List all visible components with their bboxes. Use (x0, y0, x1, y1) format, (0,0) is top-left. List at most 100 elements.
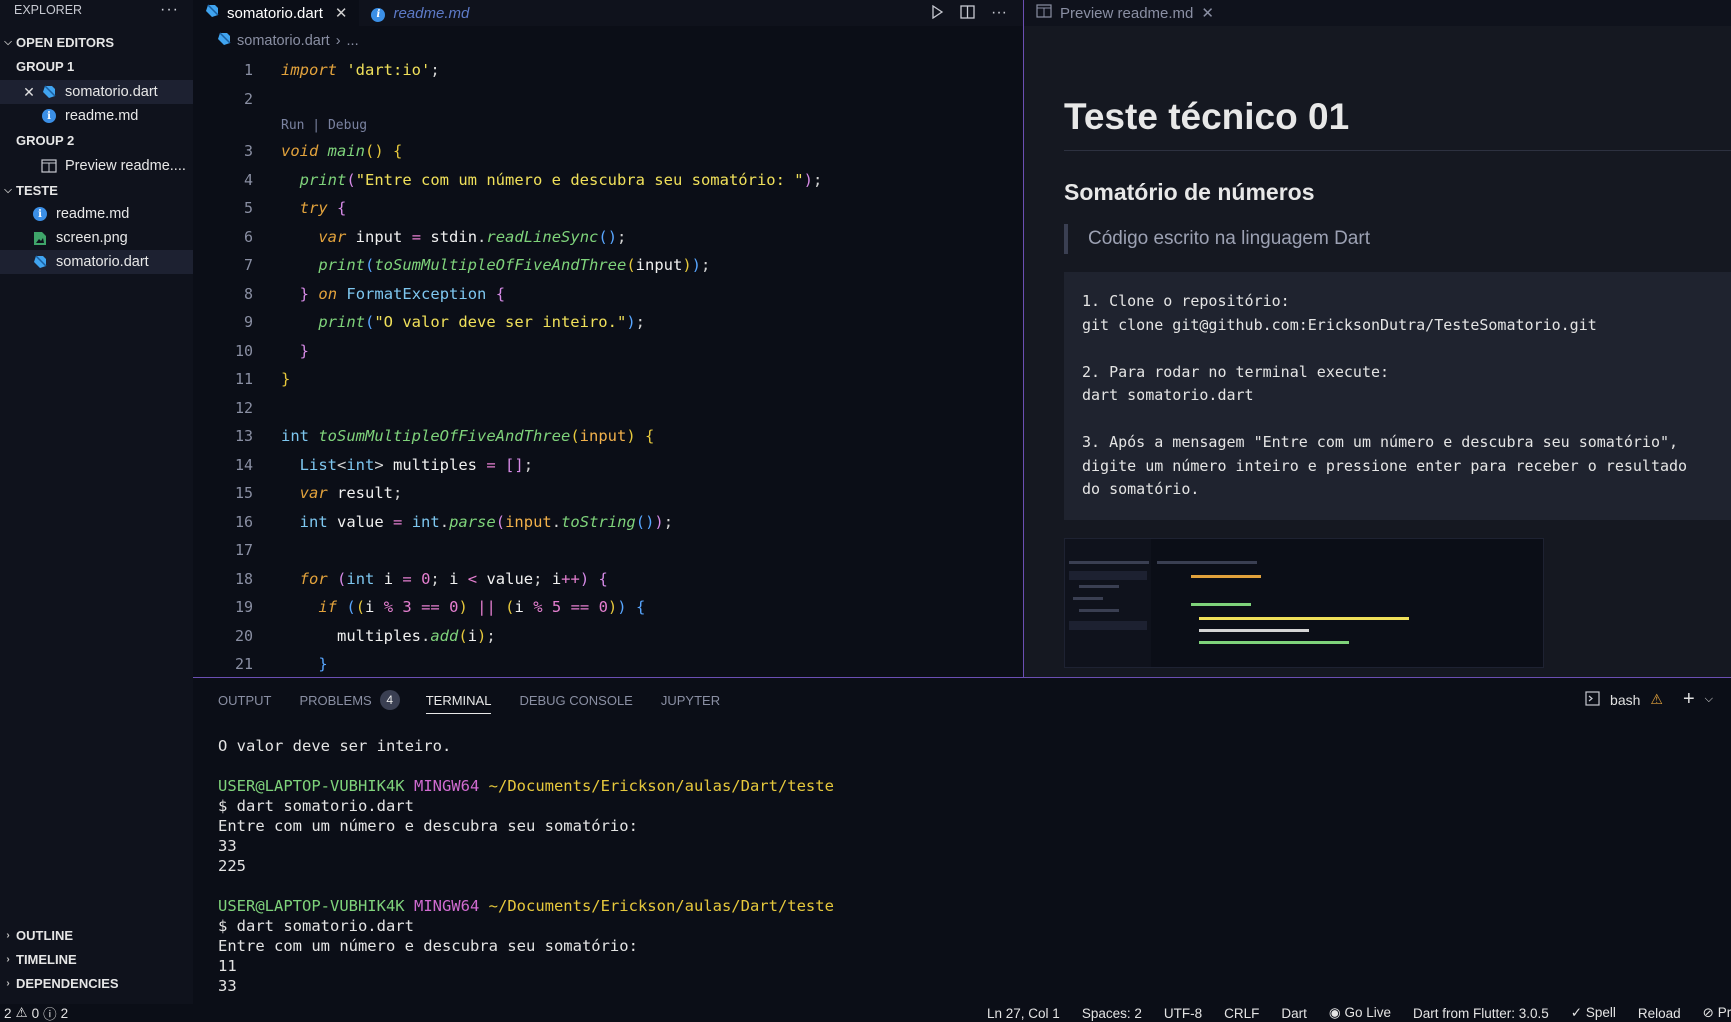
tab-jupyter[interactable]: JUPYTER (661, 678, 720, 722)
language-mode[interactable]: Dart (1281, 1006, 1307, 1021)
code-line: 13 int toSumMultipleOfFiveAndThree(input)… (193, 422, 1023, 451)
close-icon[interactable]: ✕ (335, 4, 348, 22)
spell-button[interactable]: ✓ Spell (1571, 1005, 1616, 1021)
code-line: 17 (193, 536, 1023, 565)
code-line: 1 import 'dart:io'; (193, 56, 1023, 85)
terminal-line: 225 (218, 857, 246, 875)
tab-label: somatorio.dart (227, 4, 323, 22)
terminal-output[interactable]: O valor deve ser inteiro. USER@LAPTOP-VU… (193, 722, 1731, 996)
terminal-line: 33 (218, 977, 237, 995)
file-item-readme[interactable]: i readme.md (0, 202, 193, 226)
problems-count-badge: 4 (379, 690, 400, 710)
terminal-prompt-line: USER@LAPTOP-VUBHIK4K MINGW64 ~/Documents… (218, 896, 1706, 916)
terminal-line: 33 (218, 837, 237, 855)
code-area[interactable]: 1 import 'dart:io'; 2 Run | Debug 3 void m… (193, 56, 1023, 679)
dart-file-icon (217, 32, 231, 50)
folder-section-teste[interactable]: ⌵ TESTE (0, 178, 193, 202)
reload-button[interactable]: Reload (1638, 1006, 1681, 1021)
tab-preview-readme[interactable]: Preview readme.md ✕ (1024, 4, 1226, 22)
tab-label: TERMINAL (425, 692, 492, 708)
split-editor-icon[interactable] (960, 4, 975, 22)
terminal-user: USER@LAPTOP-VUBHIK4K (218, 897, 405, 915)
terminal-shell-name[interactable]: bash (1610, 692, 1640, 708)
line-number: 8 (243, 284, 253, 303)
outline-section[interactable]: › OUTLINE (0, 923, 193, 947)
add-terminal-icon[interactable]: + (1683, 688, 1695, 711)
line-number: 7 (243, 256, 253, 275)
chevron-down-icon[interactable]: ⌵ (1705, 693, 1713, 706)
cursor-position[interactable]: Ln 27, Col 1 (987, 1006, 1060, 1021)
warning-icon: ⚠ (1650, 691, 1663, 707)
dependencies-section[interactable]: › DEPENDENCIES (0, 971, 193, 995)
tab-readme[interactable]: i readme.md (359, 0, 481, 26)
line-number: 14 (234, 455, 253, 474)
preview-heading-2: Somatório de números (1064, 179, 1315, 205)
breadcrumb-more[interactable]: ... (347, 33, 359, 49)
run-icon[interactable] (930, 4, 944, 22)
open-editor-label: readme.md (65, 108, 139, 124)
tab-debug-console[interactable]: DEBUG CONSOLE (519, 678, 632, 722)
tab-problems[interactable]: PROBLEMS 4 (299, 678, 400, 722)
preview-screenshot-image (1064, 537, 1544, 668)
close-icon[interactable]: ✕ (1201, 4, 1214, 22)
open-editor-item-preview[interactable]: Preview readme.... (0, 154, 193, 178)
open-editor-label: somatorio.dart (65, 84, 158, 100)
sidebar-bottom-sections: › OUTLINE › TIMELINE › DEPENDENCIES (0, 923, 193, 995)
spell-label: Spell (1585, 1005, 1616, 1020)
open-editor-item-somatorio[interactable]: ✕ somatorio.dart (0, 80, 193, 104)
terminal-line: O valor deve ser inteiro. (218, 737, 452, 755)
chevron-down-icon: ⌵ (4, 184, 12, 196)
terminal-line: $ dart somatorio.dart (218, 917, 414, 935)
line-number: 15 (234, 484, 253, 503)
tab-label: DEBUG CONSOLE (519, 692, 633, 708)
encoding-status[interactable]: UTF-8 (1164, 1006, 1202, 1021)
breadcrumb-file[interactable]: somatorio.dart (237, 33, 330, 49)
flutter-sdk-status[interactable]: Dart from Flutter: 3.0.5 (1413, 1006, 1549, 1021)
timeline-section[interactable]: › TIMELINE (0, 947, 193, 971)
preview-blockquote: Código escrito na linguagem Dart (1064, 224, 1731, 254)
line-number: 2 (243, 89, 253, 108)
panel-tabbar: OUTPUT PROBLEMS 4 TERMINAL DEBUG CONSOLE… (193, 678, 1731, 722)
tab-terminal[interactable]: TERMINAL (425, 678, 492, 722)
close-icon[interactable]: ✕ (21, 84, 37, 101)
timeline-label: TIMELINE (16, 951, 77, 967)
more-actions-icon[interactable]: ··· (991, 4, 1007, 22)
line-number: 21 (234, 655, 253, 674)
problems-status[interactable]: 2 ⚠ 0 ⓘ 2 (0, 1003, 68, 1022)
code-line: 11} (193, 365, 1023, 394)
open-editors-section[interactable]: ⌵ OPEN EDITORS (0, 30, 193, 54)
code-line: 14 List<int> multiples = []; (193, 451, 1023, 480)
file-item-screen[interactable]: screen.png (0, 226, 193, 250)
broadcast-icon: ◉ (1328, 1005, 1341, 1020)
chevron-right-icon: › (6, 953, 10, 965)
terminal-host: MINGW64 (413, 777, 480, 795)
tab-label: Preview readme.md (1060, 4, 1194, 22)
warning-count: 0 (31, 1005, 40, 1021)
line-number: 16 (234, 512, 253, 531)
folder-label: TESTE (16, 182, 58, 198)
code-line: 3 void main() { (193, 137, 1023, 166)
eol-status[interactable]: CRLF (1224, 1006, 1259, 1021)
error-count: 2 (4, 1005, 12, 1021)
code-line: 6 var input = stdin.readLineSync(); (193, 223, 1023, 252)
check-icon: ✓ (1570, 1005, 1583, 1020)
info-count: 2 (60, 1005, 69, 1021)
open-editor-item-readme[interactable]: i readme.md (0, 104, 193, 128)
indentation-status[interactable]: Spaces: 2 (1082, 1006, 1142, 1021)
codelens-run-debug[interactable]: Run | Debug (193, 113, 1023, 137)
line-number: 17 (234, 541, 253, 560)
image-file-icon (32, 230, 48, 246)
code-line: 15 var result; (193, 479, 1023, 508)
prettier-button[interactable]: ⊘ Pr (1703, 1005, 1731, 1021)
more-actions-icon[interactable]: ··· (160, 1, 179, 19)
tab-output[interactable]: OUTPUT (218, 678, 271, 722)
bottom-panel: OUTPUT PROBLEMS 4 TERMINAL DEBUG CONSOLE… (193, 678, 1731, 1004)
go-live-button[interactable]: ◉ Go Live (1329, 1005, 1391, 1021)
tab-somatorio[interactable]: somatorio.dart ✕ (193, 0, 360, 26)
terminal-path: ~/Documents/Erickson/aulas/Dart/teste (488, 777, 834, 795)
file-label: somatorio.dart (56, 254, 149, 270)
terminal-icon (1585, 690, 1600, 709)
file-item-somatorio[interactable]: somatorio.dart (0, 250, 193, 274)
terminal-line: 11 (218, 957, 237, 975)
